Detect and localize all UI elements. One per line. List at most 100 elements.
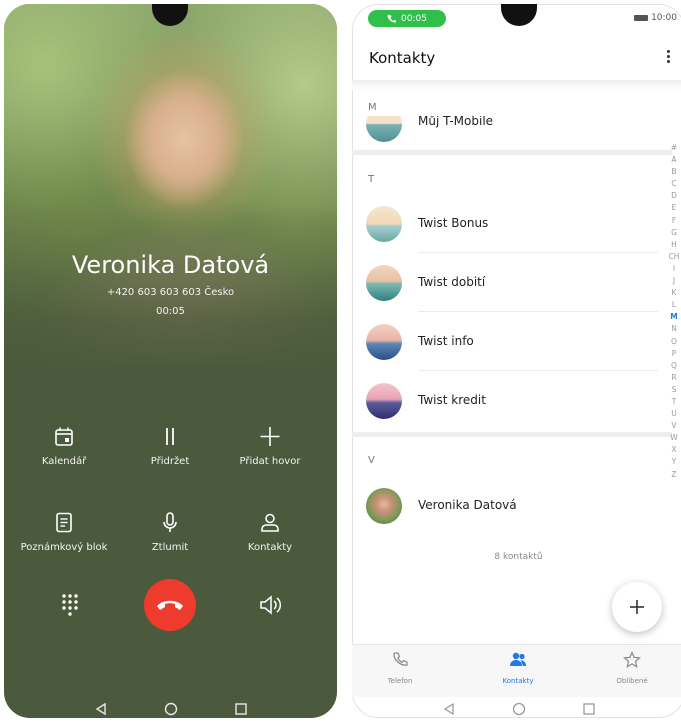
tab-label: Oblíbené: [616, 677, 648, 685]
notepad-icon: [56, 512, 72, 533]
caller-number: +420 603 603 603 Česko: [106, 287, 235, 298]
contact-row[interactable]: Twist kredit: [366, 379, 656, 423]
index-letter[interactable]: W: [667, 432, 681, 444]
mute-button[interactable]: Ztlumit: [122, 510, 218, 554]
contact-row[interactable]: Můj T-Mobile: [366, 116, 656, 142]
contact-row[interactable]: Twist info: [366, 320, 656, 364]
contact-row[interactable]: Veronika Datová: [366, 484, 656, 528]
index-letter[interactable]: Y: [667, 456, 681, 468]
index-letter[interactable]: R: [667, 372, 681, 384]
more-options-icon[interactable]: [665, 48, 671, 68]
index-letter[interactable]: I: [667, 263, 681, 275]
tab-favorites[interactable]: Oblíbené: [592, 651, 672, 685]
index-letter[interactable]: C: [667, 178, 681, 190]
index-letter[interactable]: B: [667, 166, 681, 178]
alphabet-index[interactable]: # A B C D E F G H CH I J K L M N O P Q R S T U V W X Y Z: [667, 142, 681, 481]
bottom-tab-bar: Telefon Kontakty Oblíbené: [352, 644, 681, 697]
calendar-button[interactable]: Kalendář: [16, 424, 112, 468]
contact-name: Twist kredit: [418, 393, 486, 407]
dialpad-icon: [62, 594, 78, 616]
call-screen: Veronika Datová +420 603 603 603 Česko 0…: [4, 4, 337, 718]
index-letter[interactable]: Q: [667, 360, 681, 372]
index-letter[interactable]: P: [667, 348, 681, 360]
tab-label: Telefon: [387, 677, 413, 685]
star-icon: [623, 651, 641, 668]
contacts-label: Kontakty: [247, 542, 293, 553]
ongoing-call-time: 00:05: [401, 13, 427, 24]
hold-button[interactable]: Přidržet: [122, 424, 218, 468]
index-letter[interactable]: Z: [667, 469, 681, 481]
home-icon[interactable]: [164, 702, 178, 716]
contact-name: Můj T-Mobile: [418, 116, 494, 128]
contact-name: Twist Bonus: [418, 216, 489, 230]
contact-avatar: [366, 265, 402, 301]
index-letter[interactable]: D: [667, 190, 681, 202]
recents-icon[interactable]: [234, 702, 248, 716]
index-letter[interactable]: K: [667, 287, 681, 299]
speaker-button[interactable]: [258, 594, 284, 620]
contact-row[interactable]: Twist dobití: [366, 261, 656, 305]
call-timer: 00:05: [156, 306, 185, 317]
contact-name: Twist dobití: [418, 275, 486, 289]
plus-icon: [260, 427, 280, 446]
contacts-screen: 00:05 10:00 Kontakty M Můj T-Mobile T Tw…: [352, 4, 681, 718]
section-letter: V: [368, 455, 375, 466]
calendar-icon: [55, 427, 73, 446]
ongoing-call-pill[interactable]: 00:05: [368, 10, 446, 27]
index-letter[interactable]: N: [667, 323, 681, 335]
calendar-label: Kalendář: [41, 456, 87, 467]
home-icon[interactable]: [512, 702, 526, 716]
tab-phone[interactable]: Telefon: [360, 651, 440, 685]
index-letter[interactable]: G: [667, 227, 681, 239]
index-letter[interactable]: M: [667, 311, 681, 323]
back-icon[interactable]: [442, 702, 456, 716]
tab-label: Kontakty: [502, 677, 534, 685]
back-icon[interactable]: [94, 702, 108, 716]
contacts-icon: [510, 652, 526, 666]
add-contact-button[interactable]: [612, 582, 662, 632]
end-call-button[interactable]: [144, 579, 196, 631]
index-letter[interactable]: S: [667, 384, 681, 396]
speaker-icon: [260, 595, 282, 615]
contact-count: 8 kontaktů: [494, 552, 543, 562]
index-letter[interactable]: E: [667, 202, 681, 214]
contact-avatar: [366, 383, 402, 419]
index-letter[interactable]: A: [667, 154, 681, 166]
contact-avatar: [366, 206, 402, 242]
microphone-icon: [163, 512, 177, 532]
index-letter[interactable]: O: [667, 336, 681, 348]
dialpad-button[interactable]: [60, 592, 80, 622]
index-letter[interactable]: J: [667, 275, 681, 287]
hang-up-icon: [157, 600, 183, 610]
index-letter[interactable]: #: [667, 142, 681, 154]
person-icon: [261, 513, 279, 532]
index-letter[interactable]: T: [667, 396, 681, 408]
index-letter[interactable]: L: [667, 299, 681, 311]
page-title: Kontakty: [369, 49, 436, 67]
contacts-button[interactable]: Kontakty: [222, 510, 318, 554]
index-letter[interactable]: X: [667, 444, 681, 456]
index-letter[interactable]: V: [667, 420, 681, 432]
contact-avatar: [366, 488, 402, 524]
clock: 10:00: [651, 13, 677, 23]
phone-icon: [393, 652, 408, 666]
section-letter: M: [368, 102, 377, 113]
index-letter[interactable]: H: [667, 239, 681, 251]
battery-icon: [634, 14, 649, 21]
pause-icon: [166, 428, 174, 445]
mute-label: Ztlumit: [151, 542, 189, 553]
index-letter[interactable]: F: [667, 215, 681, 227]
contact-row[interactable]: Twist Bonus: [366, 202, 656, 246]
phone-icon: [387, 14, 397, 23]
camera-notch: [501, 4, 537, 26]
notepad-button[interactable]: Poznámkový blok: [16, 510, 112, 554]
contact-avatar: [366, 116, 402, 142]
contact-avatar: [366, 324, 402, 360]
index-letter[interactable]: CH: [667, 251, 681, 263]
notepad-label: Poznámkový blok: [20, 542, 108, 553]
recents-icon[interactable]: [582, 702, 596, 716]
caller-name: Veronika Datová: [71, 251, 270, 279]
index-letter[interactable]: U: [667, 408, 681, 420]
tab-contacts[interactable]: Kontakty: [478, 651, 558, 685]
add-call-button[interactable]: Přidat hovor: [222, 424, 318, 468]
